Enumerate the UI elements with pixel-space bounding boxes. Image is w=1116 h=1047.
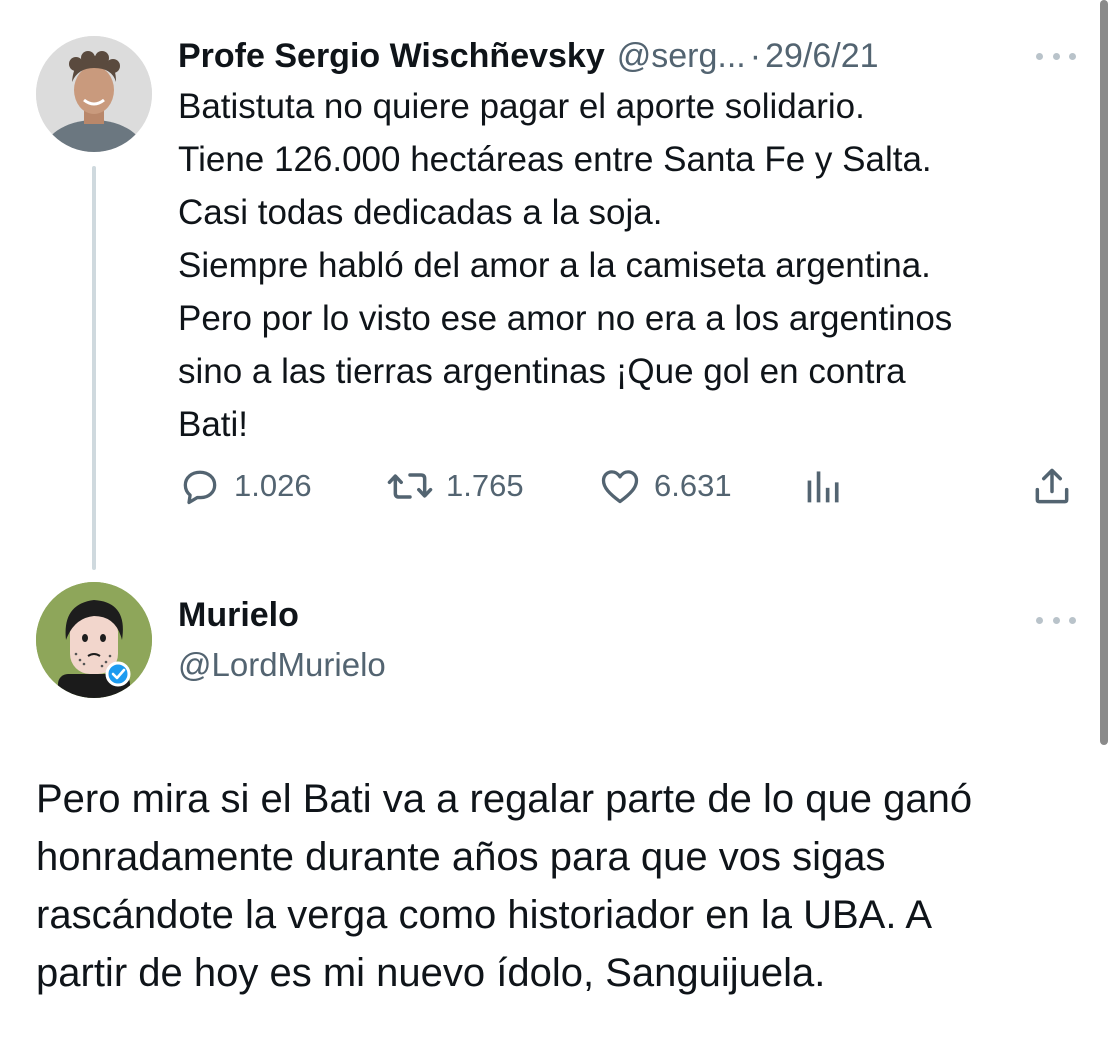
reply-count: 1.026 xyxy=(234,468,312,503)
tweet-text-line: Siempre habló del amor a la camiseta arg… xyxy=(178,246,931,285)
author-handle[interactable]: @serg... xyxy=(617,37,746,76)
author-avatar[interactable] xyxy=(36,36,152,152)
more-dots-icon xyxy=(1036,52,1043,60)
reply-author-display-name[interactable]: Murielo xyxy=(178,596,299,635)
like-count: 6.631 xyxy=(654,468,732,503)
reply-more-options-button[interactable] xyxy=(1036,608,1076,632)
analytics-icon xyxy=(807,471,839,503)
cartoon-avatar-icon xyxy=(36,582,152,698)
scrollbar[interactable] xyxy=(1100,0,1108,745)
views-button[interactable] xyxy=(804,458,844,514)
like-button[interactable]: 6.631 xyxy=(598,458,732,514)
separator-dot: · xyxy=(749,36,762,75)
tweet-text-line: Batistuta no quiere pagar el aporte soli… xyxy=(178,87,865,126)
tweet-text: Batistuta no quiere pagar el aporte soli… xyxy=(178,80,1078,451)
retweet-button[interactable]: 1.765 xyxy=(386,458,524,514)
more-dot xyxy=(1052,52,1060,60)
tweet-text-line: Bati! xyxy=(178,405,249,444)
more-dot xyxy=(1052,616,1060,624)
more-dot xyxy=(1069,616,1076,624)
tweet-text-line: Casi todas dedicadas a la soja. xyxy=(178,193,663,232)
tweet-actions-bar: 1.026 1.765 6.631 xyxy=(178,458,1078,514)
share-icon xyxy=(1035,468,1069,504)
profile-photo-icon xyxy=(36,36,152,152)
tweet-text-line: sino a las tierras argentinas ¡Que gol e… xyxy=(178,352,906,391)
reply-text-line: honradamente durante años para que vos s… xyxy=(36,835,886,879)
reply-text-line: Pero mira si el Bati va a regalar parte … xyxy=(36,777,973,821)
heart-icon xyxy=(601,470,639,504)
more-dot xyxy=(1069,52,1076,60)
reply-author-avatar[interactable] xyxy=(36,582,152,698)
retweet-count: 1.765 xyxy=(446,468,524,503)
reply-author-handle[interactable]: @LordMurielo xyxy=(178,646,386,684)
tweet-date[interactable]: 29/6/21 xyxy=(765,37,878,76)
tweet-thread: Profe Sergio Wischñevsky @serg... · 29/6… xyxy=(0,0,1116,1047)
author-display-name[interactable]: Profe Sergio Wischñevsky xyxy=(178,37,605,76)
reply-text-line: partir de hoy es mi nuevo ídolo, Sanguij… xyxy=(36,951,826,995)
reply-button[interactable]: 1.026 xyxy=(178,458,312,514)
tweet-text-line: Pero por lo visto ese amor no era a los … xyxy=(178,299,953,338)
reply-icon xyxy=(183,470,217,505)
more-options-button[interactable] xyxy=(1036,44,1076,68)
share-button[interactable] xyxy=(1030,458,1074,514)
retweet-icon xyxy=(387,473,433,499)
reply-text: Pero mira si el Bati va a regalar parte … xyxy=(36,770,1096,1002)
reply-text-line: rascándote la verga como historiador en … xyxy=(36,893,933,937)
tweet-header: Profe Sergio Wischñevsky @serg... · 29/6… xyxy=(178,34,879,78)
more-dots-icon xyxy=(1036,616,1043,624)
tweet-text-line: Tiene 126.000 hectáreas entre Santa Fe y… xyxy=(178,140,932,179)
thread-connector-line xyxy=(92,166,96,570)
